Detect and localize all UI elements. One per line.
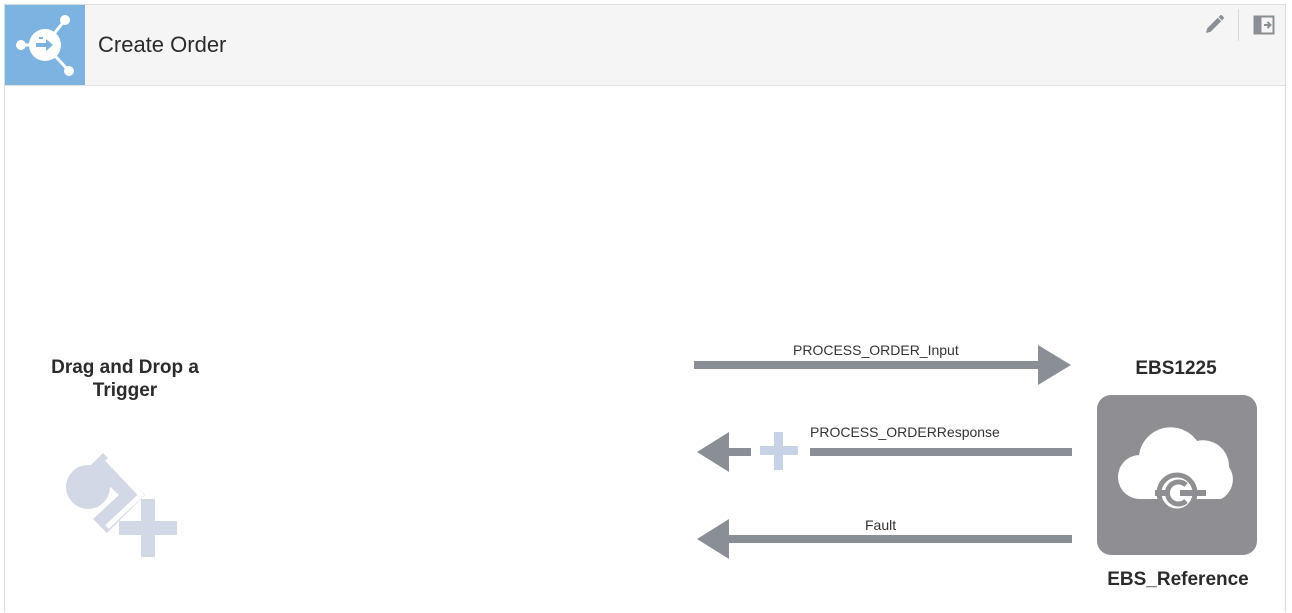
response-flow-label: PROCESS_ORDERResponse: [810, 424, 1000, 440]
flow-arrows: [694, 345, 1072, 559]
plus-icon[interactable]: [760, 432, 798, 470]
invoke-connection-tile[interactable]: [1097, 395, 1257, 555]
invoke-name: EBS1225: [1135, 358, 1217, 379]
fault-flow-label: Fault: [865, 517, 897, 533]
invoke-reference-label: EBS_Reference: [1107, 569, 1249, 590]
integration-canvas: Create Order Drag and Drop a Trigger PRO…: [4, 4, 1286, 612]
request-flow-label: PROCESS_ORDER_Input: [793, 342, 959, 358]
cloud-adapter-icon: [1117, 427, 1233, 514]
